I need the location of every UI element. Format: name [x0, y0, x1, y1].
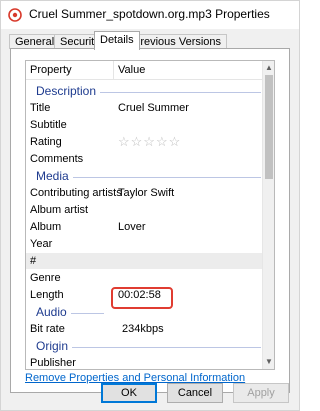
star-rating[interactable]: ☆☆☆☆☆ [118, 134, 181, 150]
property-name: Bit rate [30, 323, 65, 335]
row-track-number[interactable]: # [26, 253, 263, 269]
row-publisher[interactable]: Publisher [26, 355, 263, 369]
row-rating[interactable]: Rating ☆☆☆☆☆ [26, 134, 263, 150]
properties-list[interactable]: Property Value Description Title Cruel S… [25, 60, 275, 370]
group-description: Description [26, 83, 263, 99]
column-header-property[interactable]: Property [30, 64, 72, 76]
tab-general[interactable]: General [9, 34, 61, 49]
row-comments[interactable]: Comments [26, 151, 263, 167]
property-name: Album [30, 221, 62, 233]
details-panel: Property Value Description Title Cruel S… [10, 48, 290, 393]
property-name: Length [30, 289, 64, 301]
column-divider[interactable] [113, 61, 114, 80]
properties-dialog: Cruel Summer_spotdown.org.mp3 Properties… [0, 0, 300, 411]
property-name: Contributing artists [30, 187, 122, 199]
row-bit-rate[interactable]: Bit rate 234kbps [26, 321, 263, 337]
property-name: # [30, 255, 37, 267]
property-value: 234kbps [122, 323, 164, 335]
scroll-down-arrow-icon[interactable]: ▼ [263, 356, 274, 368]
group-label: Description [36, 83, 101, 99]
apply-button[interactable]: Apply [233, 383, 289, 403]
row-title[interactable]: Title Cruel Summer [26, 100, 263, 116]
bit-rate-highlight-box [111, 287, 173, 309]
property-value[interactable]: Taylor Swift [118, 185, 174, 201]
window-title: Cruel Summer_spotdown.org.mp3 Properties [29, 7, 270, 21]
tab-previous-versions[interactable]: Previous Versions [127, 34, 228, 49]
tab-details[interactable]: Details [94, 31, 140, 50]
row-contributing-artists[interactable]: Contributing artists Taylor Swift [26, 185, 263, 201]
scrollbar-thumb[interactable] [265, 75, 273, 179]
property-name: Album artist [30, 204, 89, 216]
row-album[interactable]: Album Lover [26, 219, 263, 235]
property-name: Subtitle [30, 119, 67, 131]
music-file-icon [8, 8, 22, 22]
property-value[interactable]: Lover [118, 219, 146, 235]
group-origin: Origin [26, 338, 263, 354]
scroll-up-arrow-icon[interactable]: ▲ [263, 62, 274, 74]
property-value[interactable]: Cruel Summer [118, 100, 189, 116]
vertical-scrollbar[interactable]: ▲ ▼ [262, 61, 274, 369]
row-album-artist[interactable]: Album artist [26, 202, 263, 218]
list-header: Property Value [26, 61, 263, 80]
group-label: Media [36, 168, 73, 184]
row-year[interactable]: Year [26, 236, 263, 252]
column-header-value[interactable]: Value [118, 64, 145, 76]
row-subtitle[interactable]: Subtitle [26, 117, 263, 133]
property-name: Year [30, 238, 53, 250]
group-label: Audio [36, 304, 71, 320]
cancel-button[interactable]: Cancel [167, 383, 223, 403]
property-name: Rating [30, 136, 62, 148]
group-audio: Audio [26, 304, 106, 320]
ok-button[interactable]: OK [101, 383, 157, 403]
group-media: Media [26, 168, 263, 184]
property-name: Publisher [30, 357, 76, 369]
property-name: Genre [30, 272, 61, 284]
property-name: Title [30, 102, 51, 114]
tab-strip: General Security Details Previous Versio… [1, 31, 299, 50]
property-name: Comments [30, 153, 84, 165]
row-genre[interactable]: Genre [26, 270, 263, 286]
group-label: Origin [36, 338, 73, 354]
title-bar: Cruel Summer_spotdown.org.mp3 Properties [1, 1, 299, 29]
